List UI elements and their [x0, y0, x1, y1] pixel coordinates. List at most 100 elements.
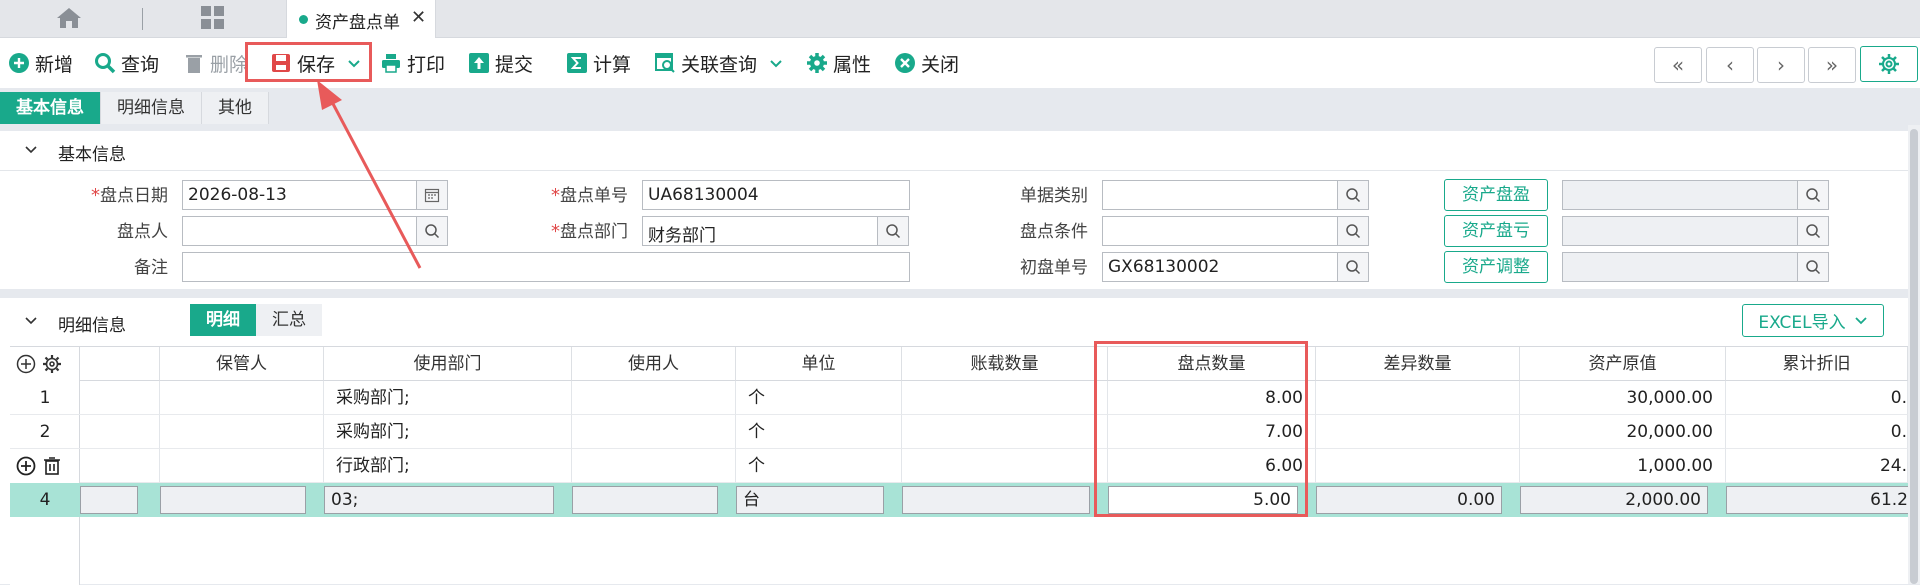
trash-icon[interactable] — [42, 456, 62, 476]
loss-lookup-button[interactable] — [1797, 216, 1829, 246]
column-header-use-dept[interactable]: 使用部门 — [324, 347, 572, 381]
asset-loss-button[interactable]: 资产盘亏 — [1444, 215, 1548, 247]
table-cell-original-value[interactable]: 1,000.00 — [1520, 449, 1726, 483]
edit-cell-unit[interactable]: 台 — [736, 486, 884, 514]
table-cell-dept[interactable]: 采购部门; — [324, 381, 572, 415]
surplus-lookup-button[interactable] — [1797, 180, 1829, 210]
initial-no-lookup-button[interactable] — [1337, 252, 1369, 282]
vertical-scrollbar[interactable] — [1908, 125, 1920, 584]
condition-input[interactable] — [1102, 216, 1338, 246]
initial-no-input[interactable]: GX68130002 — [1102, 252, 1338, 282]
close-tab-icon[interactable]: ✕ — [411, 7, 426, 28]
table-row-editing[interactable]: 03; 台 5.00 0.00 2,000.00 61.2 — [10, 483, 1908, 517]
last-record-button[interactable]: » — [1808, 47, 1856, 83]
edit-cell-hidden[interactable] — [80, 486, 138, 514]
search-icon — [1346, 224, 1361, 239]
calculate-button[interactable]: 计算 — [566, 50, 631, 76]
table-cell-accum-depr[interactable]: 0. — [1726, 381, 1908, 415]
next-record-button[interactable]: › — [1757, 47, 1805, 83]
search-icon — [425, 224, 440, 239]
dept-lookup-button[interactable] — [877, 216, 909, 246]
condition-lookup-button[interactable] — [1337, 216, 1369, 246]
delete-button[interactable]: 删除 — [183, 50, 248, 76]
table-cell-original-value[interactable]: 20,000.00 — [1520, 415, 1726, 449]
table-cell-accum-depr[interactable]: 0. — [1726, 415, 1908, 449]
doc-type-input[interactable] — [1102, 180, 1338, 210]
edit-cell-original-value[interactable]: 2,000.00 — [1520, 486, 1708, 514]
column-header-unit[interactable]: 单位 — [736, 347, 902, 381]
table-cell-unit[interactable]: 个 — [736, 449, 902, 483]
adjust-lookup-button[interactable] — [1797, 252, 1829, 282]
dept-input[interactable]: 财务部门 — [642, 216, 878, 246]
printer-icon — [382, 54, 400, 73]
search-icon — [1806, 224, 1821, 239]
column-header-accum-depr[interactable]: 累计折旧 — [1726, 347, 1908, 381]
counter-label: 盘点人 — [117, 222, 168, 242]
edit-cell-book-qty[interactable] — [902, 486, 1090, 514]
add-label: 新增 — [35, 53, 74, 76]
save-highlight-box — [245, 42, 372, 82]
basic-info-panel: 基本信息 *盘点日期 2026-08-13 *盘点单号 UA68130004 单… — [0, 131, 1908, 289]
gear-icon[interactable] — [42, 354, 62, 374]
close-button[interactable]: 关闭 — [894, 50, 959, 76]
section-title: 明细信息 — [58, 316, 126, 336]
table-cell-dept[interactable]: 行政部门; — [324, 449, 572, 483]
doc-type-lookup-button[interactable] — [1337, 180, 1369, 210]
edit-cell-accum-depr[interactable]: 61.2 — [1726, 486, 1908, 514]
asset-surplus-button[interactable]: 资产盘盈 — [1444, 179, 1548, 211]
query-button[interactable]: 查询 — [94, 50, 159, 76]
calendar-button[interactable] — [416, 180, 448, 210]
edit-cell-custodian[interactable] — [160, 486, 306, 514]
edit-cell-diff-qty[interactable]: 0.00 — [1316, 486, 1502, 514]
column-header-user[interactable]: 使用人 — [572, 347, 736, 381]
tab-basic-info[interactable]: 基本信息 — [0, 92, 101, 124]
query-label: 查询 — [121, 53, 160, 76]
tab-other[interactable]: 其他 — [202, 92, 269, 124]
table-cell-original-value[interactable]: 30,000.00 — [1520, 381, 1726, 415]
chevron-down-icon[interactable] — [24, 314, 38, 328]
chevron-down-icon[interactable] — [768, 55, 784, 71]
tab-detail[interactable]: 明细 — [190, 304, 256, 336]
apps-grid-icon[interactable] — [200, 5, 226, 31]
column-header-book-qty[interactable]: 账载数量 — [902, 347, 1108, 381]
tab-summary[interactable]: 汇总 — [256, 304, 322, 336]
related-query-button[interactable]: 关联查询 — [654, 50, 784, 76]
home-icon[interactable] — [56, 7, 82, 29]
first-record-button[interactable]: « — [1654, 47, 1702, 83]
calculate-label: 计算 — [593, 53, 632, 76]
edit-cell-user[interactable] — [572, 486, 718, 514]
tab-separator — [142, 8, 143, 30]
add-button[interactable]: 新增 — [8, 50, 73, 76]
doc-no-input[interactable]: UA68130004 — [642, 180, 910, 210]
chevron-down-icon[interactable] — [24, 143, 38, 157]
row-number: 1 — [10, 381, 80, 415]
column-header-original-value[interactable]: 资产原值 — [1520, 347, 1726, 381]
scrollbar-thumb[interactable] — [1910, 129, 1918, 584]
basic-info-header[interactable]: 基本信息 — [0, 131, 1908, 171]
tab-asset-inventory[interactable]: 资产盘点单 ✕ — [286, 0, 436, 38]
table-cell-unit[interactable]: 个 — [736, 381, 902, 415]
detail-tabs: 明细 汇总 — [190, 304, 322, 336]
submit-button[interactable]: 提交 — [468, 50, 533, 76]
table-cell-dept[interactable]: 采购部门; — [324, 415, 572, 449]
condition-label: 盘点条件 — [1020, 222, 1088, 242]
asset-adjust-button[interactable]: 资产调整 — [1444, 251, 1548, 283]
column-header-diff-qty[interactable]: 差异数量 — [1316, 347, 1520, 381]
remark-input[interactable] — [182, 252, 910, 282]
excel-import-button[interactable]: EXCEL导入 — [1742, 304, 1884, 337]
add-row-icon[interactable] — [16, 354, 36, 374]
column-header-custodian[interactable]: 保管人 — [160, 347, 324, 381]
counter-input[interactable] — [182, 216, 418, 246]
excel-import-label: EXCEL导入 — [1758, 313, 1846, 333]
add-row-icon[interactable] — [16, 456, 36, 476]
counter-lookup-button[interactable] — [416, 216, 448, 246]
tab-detail-info[interactable]: 明细信息 — [101, 92, 202, 124]
print-button[interactable]: 打印 — [380, 50, 445, 76]
edit-cell-dept[interactable]: 03; — [324, 486, 554, 514]
table-cell-unit[interactable]: 个 — [736, 415, 902, 449]
properties-button[interactable]: 属性 — [806, 50, 871, 76]
date-input[interactable]: 2026-08-13 — [182, 180, 418, 210]
settings-button[interactable] — [1860, 46, 1918, 82]
table-cell-accum-depr[interactable]: 24. — [1726, 449, 1908, 483]
prev-record-button[interactable]: ‹ — [1706, 47, 1754, 83]
